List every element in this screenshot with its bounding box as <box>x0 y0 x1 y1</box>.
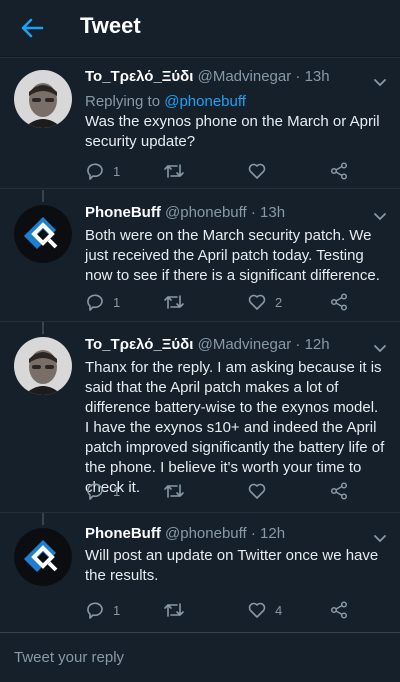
tweet-text: Was the exynos phone on the March or Apr… <box>85 113 380 150</box>
tweet-time: 13h <box>304 68 330 85</box>
retweet-button[interactable] <box>163 159 193 183</box>
separator-dot: · <box>295 68 301 85</box>
reply-button[interactable]: 1 <box>85 598 120 622</box>
tweet-actions: 1 <box>85 479 385 503</box>
reply-count: 1 <box>113 602 121 618</box>
tweet-text: Thanx for the reply. I am asking because… <box>85 359 385 496</box>
share-button[interactable] <box>329 479 349 503</box>
retweet-icon <box>164 484 184 498</box>
author-handle: @Madvinegar <box>197 336 292 353</box>
tweet-item[interactable]: Το_Τρελό_Ξύδι @Madvinegar · 13h Replying… <box>0 56 400 188</box>
avatar-phonebuff[interactable] <box>14 205 72 263</box>
separator-dot: · <box>250 525 256 542</box>
author-name[interactable]: PhoneBuff @phonebuff · 13h <box>85 204 285 221</box>
tweet-time: 12h <box>304 336 330 353</box>
reply-icon <box>87 163 103 180</box>
chevron-down-icon[interactable] <box>372 340 388 356</box>
replying-to-label: Replying to <box>85 93 165 110</box>
tweet-actions: 1 4 <box>85 598 385 622</box>
page-title: Tweet <box>80 13 141 38</box>
reply-count: 1 <box>113 483 121 499</box>
retweet-icon <box>164 295 184 309</box>
heart-icon <box>248 602 266 618</box>
tweet-time: 13h <box>260 204 286 221</box>
separator-dot: · <box>295 336 301 353</box>
reply-count: 1 <box>113 163 121 179</box>
reply-icon <box>87 294 103 311</box>
reply-count: 1 <box>113 294 121 310</box>
avatar-phonebuff[interactable] <box>14 528 72 586</box>
author-name[interactable]: Το_Τρελό_Ξύδι @Madvinegar · 12h <box>85 336 330 353</box>
reply-input[interactable]: Tweet your reply <box>14 649 124 666</box>
share-icon <box>330 482 348 500</box>
tweet-item[interactable]: PhoneBuff @phonebuff · 13h Both were on … <box>0 189 400 321</box>
like-button[interactable]: 4 <box>247 598 282 622</box>
separator-dot: · <box>250 204 256 221</box>
retweet-icon <box>164 164 184 178</box>
reply-button[interactable]: 1 <box>85 479 120 503</box>
tweet-actions: 1 2 <box>85 290 385 314</box>
share-button[interactable] <box>329 290 349 314</box>
replying-to: Replying to @phonebuff <box>85 93 246 110</box>
author-handle: @phonebuff <box>165 525 247 542</box>
chevron-down-icon[interactable] <box>372 530 388 546</box>
display-name: PhoneBuff <box>85 204 161 221</box>
like-count: 4 <box>275 602 283 618</box>
reply-icon <box>87 483 103 500</box>
tweet-time: 12h <box>260 525 286 542</box>
share-icon <box>330 293 348 311</box>
avatar-madvinegar[interactable] <box>14 337 72 395</box>
heart-icon <box>248 163 266 179</box>
like-button[interactable] <box>247 479 275 503</box>
retweet-button[interactable] <box>163 479 193 503</box>
back-arrow-icon[interactable] <box>18 14 46 42</box>
retweet-button[interactable] <box>163 598 193 622</box>
retweet-button[interactable] <box>163 290 193 314</box>
display-name: Το_Τρελό_Ξύδι <box>85 336 194 353</box>
author-name[interactable]: PhoneBuff @phonebuff · 12h <box>85 525 285 542</box>
mention-link[interactable]: @phonebuff <box>164 93 246 110</box>
chevron-down-icon[interactable] <box>372 208 388 224</box>
author-handle: @Madvinegar <box>197 68 292 85</box>
reply-button[interactable]: 1 <box>85 159 120 183</box>
heart-icon <box>248 483 266 499</box>
display-name: Το_Τρελό_Ξύδι <box>85 68 194 85</box>
display-name: PhoneBuff <box>85 525 161 542</box>
share-icon <box>330 162 348 180</box>
tweet-item[interactable]: Το_Τρελό_Ξύδι @Madvinegar · 12h Thanx fo… <box>0 322 400 512</box>
reply-button[interactable]: 1 <box>85 290 120 314</box>
like-button[interactable]: 2 <box>247 290 282 314</box>
author-handle: @phonebuff <box>165 204 247 221</box>
tweet-text: Both were on the March security patch. W… <box>85 227 380 284</box>
tweet-text: Will post an update on Twitter once we h… <box>85 547 379 584</box>
reply-icon <box>87 602 103 619</box>
avatar-madvinegar[interactable] <box>14 70 72 128</box>
author-name[interactable]: Το_Τρελό_Ξύδι @Madvinegar · 13h <box>85 68 330 85</box>
share-icon <box>330 601 348 619</box>
share-button[interactable] <box>329 598 349 622</box>
top-app-bar: Tweet <box>0 0 400 57</box>
heart-icon <box>248 294 266 310</box>
retweet-icon <box>164 603 184 617</box>
like-button[interactable] <box>247 159 275 183</box>
reply-composer: Tweet your reply <box>0 632 400 682</box>
share-button[interactable] <box>329 159 349 183</box>
tweet-actions: 1 <box>85 159 385 183</box>
like-count: 2 <box>275 294 283 310</box>
chevron-down-icon[interactable] <box>372 74 388 90</box>
tweet-item[interactable]: PhoneBuff @phonebuff · 12h Will post an … <box>0 512 400 632</box>
